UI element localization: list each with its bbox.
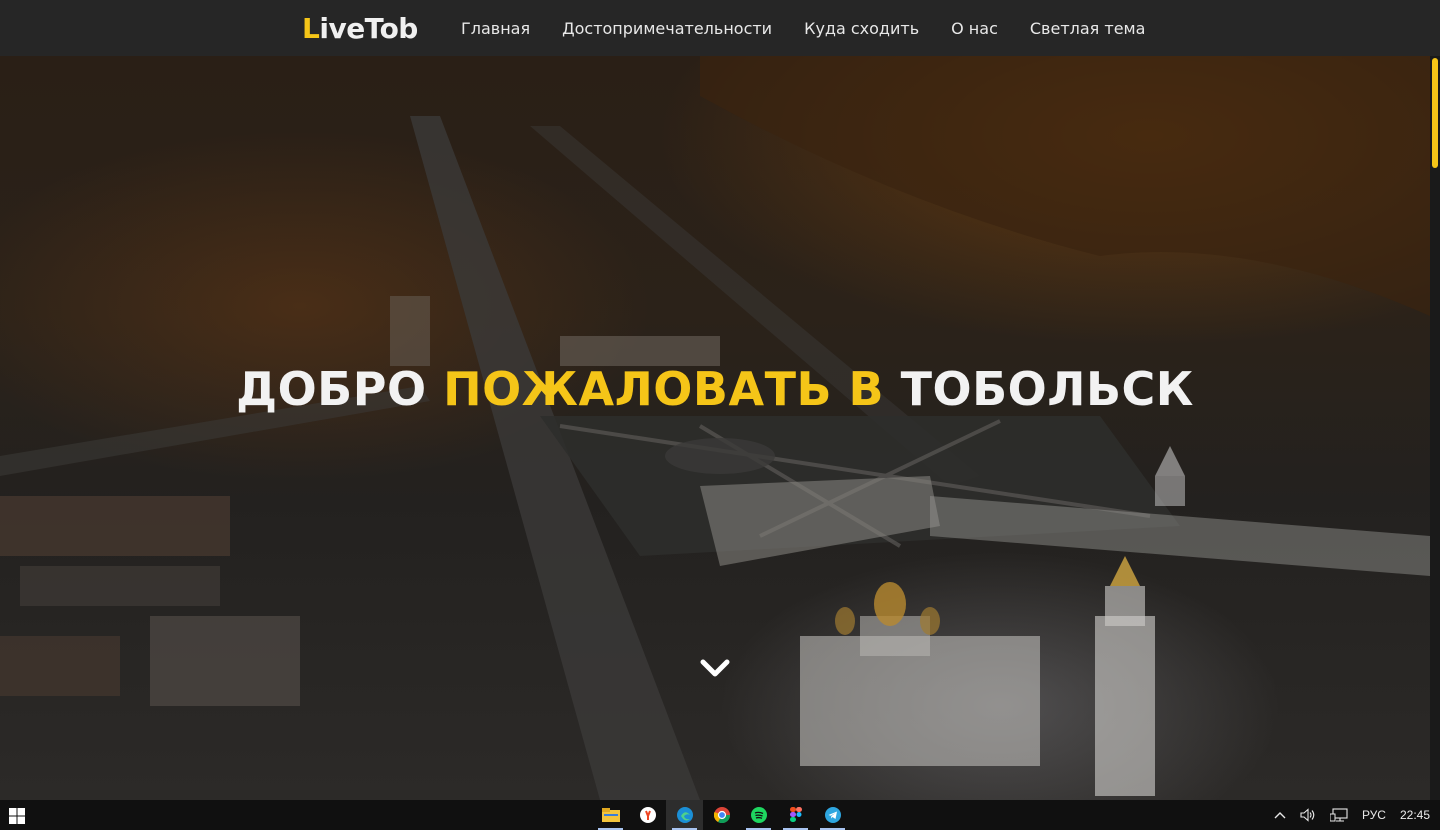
language-indicator[interactable]: РУС xyxy=(1362,808,1386,822)
hero-title-part1: ДОБРО xyxy=(236,362,444,416)
logo-first-letter: L xyxy=(302,12,320,45)
windows-taskbar: РУС 22:45 xyxy=(0,800,1440,830)
spotify-icon[interactable] xyxy=(740,800,777,830)
hero-title-part2: ТОБОЛЬСК xyxy=(884,362,1194,416)
logo-rest: iveTob xyxy=(319,12,418,45)
site-logo[interactable]: LiveTob xyxy=(302,11,418,47)
system-tray: РУС 22:45 xyxy=(1274,800,1440,830)
network-icon[interactable] xyxy=(1329,808,1348,822)
hero-title: ДОБРО ПОЖАЛОВАТЬ В ТОБОЛЬСК xyxy=(0,362,1430,416)
chevron-up-icon[interactable] xyxy=(1274,811,1286,819)
taskbar-apps xyxy=(592,800,851,830)
nav-home[interactable]: Главная xyxy=(461,19,530,38)
theme-toggle[interactable]: Светлая тема xyxy=(1030,19,1146,38)
page-scrollbar[interactable] xyxy=(1430,56,1440,800)
telegram-icon[interactable] xyxy=(814,800,851,830)
hero-section: ДОБРО ПОЖАЛОВАТЬ В ТОБОЛЬСК xyxy=(0,56,1430,800)
city-aerial-background xyxy=(0,56,1430,800)
figma-icon[interactable] xyxy=(777,800,814,830)
chevron-down-icon[interactable] xyxy=(699,656,731,682)
file-explorer-icon[interactable] xyxy=(592,800,629,830)
nav-where-to-go[interactable]: Куда сходить xyxy=(804,19,919,38)
nav-about[interactable]: О нас xyxy=(951,19,998,38)
yandex-browser-icon[interactable] xyxy=(629,800,666,830)
nav-attractions[interactable]: Достопримечательности xyxy=(562,19,772,38)
site-header: LiveTob Главная Достопримечательности Ку… xyxy=(0,0,1440,56)
volume-icon[interactable] xyxy=(1300,808,1316,822)
chrome-icon[interactable] xyxy=(703,800,740,830)
hero-title-accent: ПОЖАЛОВАТЬ В xyxy=(443,362,885,416)
taskbar-clock[interactable]: 22:45 xyxy=(1400,808,1430,822)
scroll-thumb[interactable] xyxy=(1432,58,1438,168)
main-nav: Главная Достопримечательности Куда сходи… xyxy=(461,0,1177,56)
edge-icon[interactable] xyxy=(666,800,703,830)
windows-start-icon[interactable] xyxy=(9,808,25,824)
